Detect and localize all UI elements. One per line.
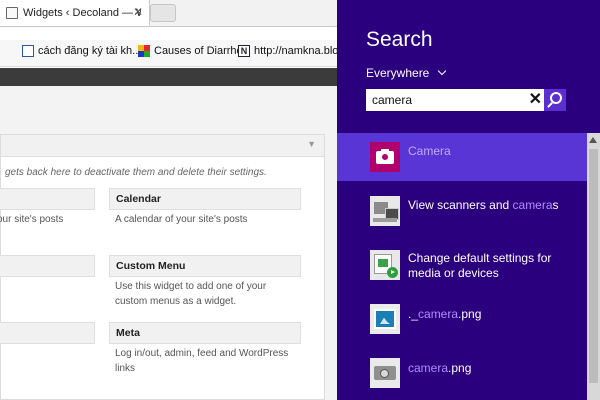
png-camera-icon [370,358,400,388]
scanner-icon [370,196,400,226]
widget-left-1-description: our site's posts [0,214,64,225]
new-tab-button[interactable] [150,4,176,22]
search-input[interactable] [372,93,522,107]
search-result-label: View scanners and cameras [408,198,559,212]
search-icon [550,92,562,104]
search-result-camera-png-hidden[interactable]: ._camera.png [337,295,587,343]
chevron-down-icon [438,66,447,76]
panel-header[interactable]: ▼ [1,135,324,157]
scrollbar-thumb[interactable] [589,149,598,383]
search-result-camera-app[interactable]: Camera [337,133,587,181]
search-result-media-devices[interactable]: Change default settings for media or dev… [337,241,587,289]
bookmark-label: Causes of Diarrhea [154,45,249,57]
widget-custom-menu[interactable]: Custom Menu [109,255,301,277]
panel-description: gets back here to deactivate them and de… [5,167,267,178]
search-result-label: camera.png [408,361,472,375]
search-result-label: Change default settings for media or dev… [408,251,552,280]
results-scrollbar[interactable] [587,133,600,400]
search-result-label: ._camera.png [408,307,482,321]
collapse-arrow-icon[interactable]: ▼ [307,139,316,149]
search-result-label: Camera [408,144,451,158]
tab-strip: Widgets ‹ Decoland — Wo ✕ [0,0,337,27]
widget-calendar-description: A calendar of your site's posts [115,214,248,225]
browser-window: Widgets ‹ Decoland — Wo ✕ cách đăng ký t… [0,0,337,400]
media-devices-icon [370,250,400,280]
camera-app-icon [370,142,400,172]
document-icon [22,45,34,57]
search-scope-dropdown[interactable]: Everywhere [366,66,447,80]
tab-close-icon[interactable]: ✕ [133,5,143,19]
widget-custom-menu-description: Use this widget to add one of your custo… [115,281,267,307]
widget-left-2[interactable] [0,255,95,277]
available-widgets-panel: ▼ gets back here to deactivate them and … [0,134,325,400]
browser-tab-widgets[interactable]: Widgets ‹ Decoland — Wo ✕ [0,0,150,26]
widget-left-3[interactable] [0,322,95,344]
widget-meta-description: Log in/out, admin, feed and WordPress li… [115,348,289,374]
search-result-camera-png[interactable]: camera.png [337,349,587,397]
tab-title: Widgets ‹ Decoland — Wo [23,6,141,19]
png-image-icon [370,304,400,334]
page-favicon-icon [6,6,18,19]
search-charm-title: Search [366,28,433,51]
search-charm: Search Everywhere ✕ Camera View scanners… [337,0,600,400]
widgets-content-area: ▼ gets back here to deactivate them and … [0,86,337,400]
search-scope-label: Everywhere [366,66,430,80]
widget-calendar[interactable]: Calendar [109,188,301,210]
grid-icon [138,45,150,57]
n-logo-icon: N [238,45,250,57]
widget-meta[interactable]: Meta [109,322,301,344]
search-box: ✕ [366,89,566,111]
scroll-up-arrow-icon[interactable] [589,137,597,143]
wordpress-admin-bar [0,68,337,86]
bookmark-cach-dang-ky[interactable]: cách đăng ký tài kh... [22,45,141,57]
bookmark-namkna-blog[interactable]: N http://namkna.blog [238,45,337,57]
bookmark-label: http://namkna.blog [254,45,337,57]
search-result-view-scanners[interactable]: View scanners and cameras [337,187,587,235]
widget-left-1[interactable] [0,188,95,210]
bookmark-causes-of-diarrhea[interactable]: Causes of Diarrhea [138,45,249,57]
search-results-list: Camera View scanners and cameras Change … [337,133,600,400]
search-button[interactable] [544,89,566,111]
bookmarks-bar: cách đăng ký tài kh... Causes of Diarrhe… [0,40,337,67]
clear-search-icon[interactable]: ✕ [529,90,542,109]
bookmark-label: cách đăng ký tài kh... [38,45,142,57]
